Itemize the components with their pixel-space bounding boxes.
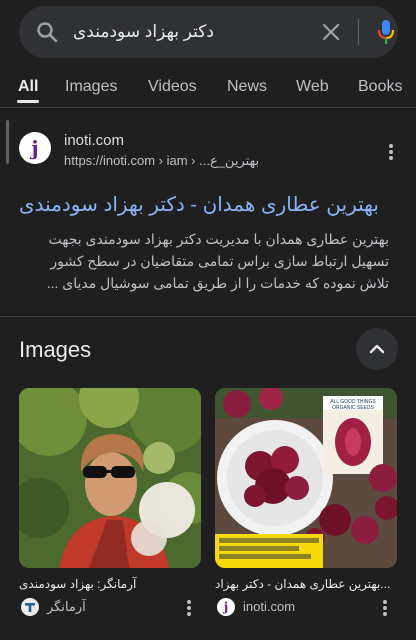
inoti-logo-icon: j [19,132,51,164]
search-divider [358,19,359,45]
active-tab-underline [17,100,39,103]
result-site-name[interactable]: inoti.com [64,132,124,150]
portrait-photo[interactable] [19,388,201,568]
tab-images[interactable]: Images [65,77,117,97]
more-options-icon[interactable] [182,598,196,618]
armangar-logo-icon [21,598,39,616]
result-url[interactable]: https://inoti.com › iam › ...بهترین_ع [64,153,259,169]
collapse-button[interactable] [356,328,398,370]
tab-books[interactable]: Books [358,77,402,97]
more-options-icon[interactable] [384,142,398,162]
search-icon[interactable] [35,20,59,44]
image-source[interactable]: inoti.com [243,598,295,616]
more-options-icon[interactable] [378,598,392,618]
image-caption[interactable]: ...بهترین عطاری همدان - دکتر بهزاد [215,576,397,592]
search-bar[interactable]: دکتر بهزاد سودمندی [19,6,398,58]
tab-videos[interactable]: Videos [148,77,197,97]
tab-web[interactable]: Web [296,77,329,97]
result-snippet: بهترین عطاری همدان با مدیریت دکتر بهزاد … [46,231,389,291]
inoti-logo-icon: j [217,598,235,616]
images-section: Images آرمانگر: بهزاد سودمندی آرمانگر AL… [0,316,416,640]
result-title-link[interactable]: بهترین عطاری همدان - دکتر بهزاد سودمندی [19,192,397,218]
image-caption[interactable]: آرمانگر: بهزاد سودمندی [19,576,201,592]
search-result[interactable]: j inoti.com https://inoti.com › iam › ..… [0,116,416,316]
mic-icon[interactable] [376,19,396,45]
close-icon[interactable] [319,20,343,44]
hibiscus-product-photo[interactable]: ALL GOOD THINGS ORGANIC SEEDS [215,388,397,568]
images-heading: Images [19,337,92,362]
tab-all[interactable]: All [18,77,38,97]
tabs-divider [0,107,416,108]
chevron-up-icon [369,344,385,354]
tab-news[interactable]: News [227,77,267,97]
search-tabs: All Images Videos News Web Books [0,62,416,164]
search-input[interactable]: دکتر بهزاد سودمندی [73,20,293,44]
product-box-line2: ORGANIC SEEDS [332,405,374,411]
image-source[interactable]: آرمانگر [47,598,86,616]
